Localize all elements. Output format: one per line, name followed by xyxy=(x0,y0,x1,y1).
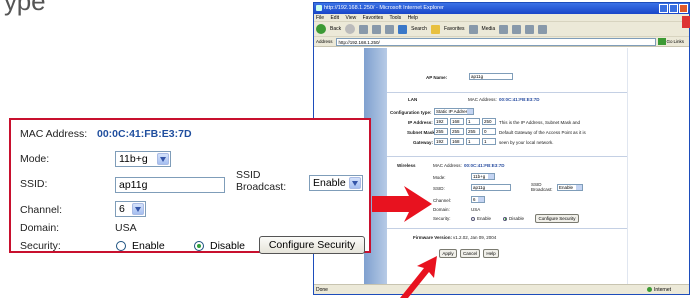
up-arrow-icon xyxy=(400,256,437,298)
right-arrow-icon xyxy=(372,186,432,222)
annotation-arrows xyxy=(372,186,437,298)
